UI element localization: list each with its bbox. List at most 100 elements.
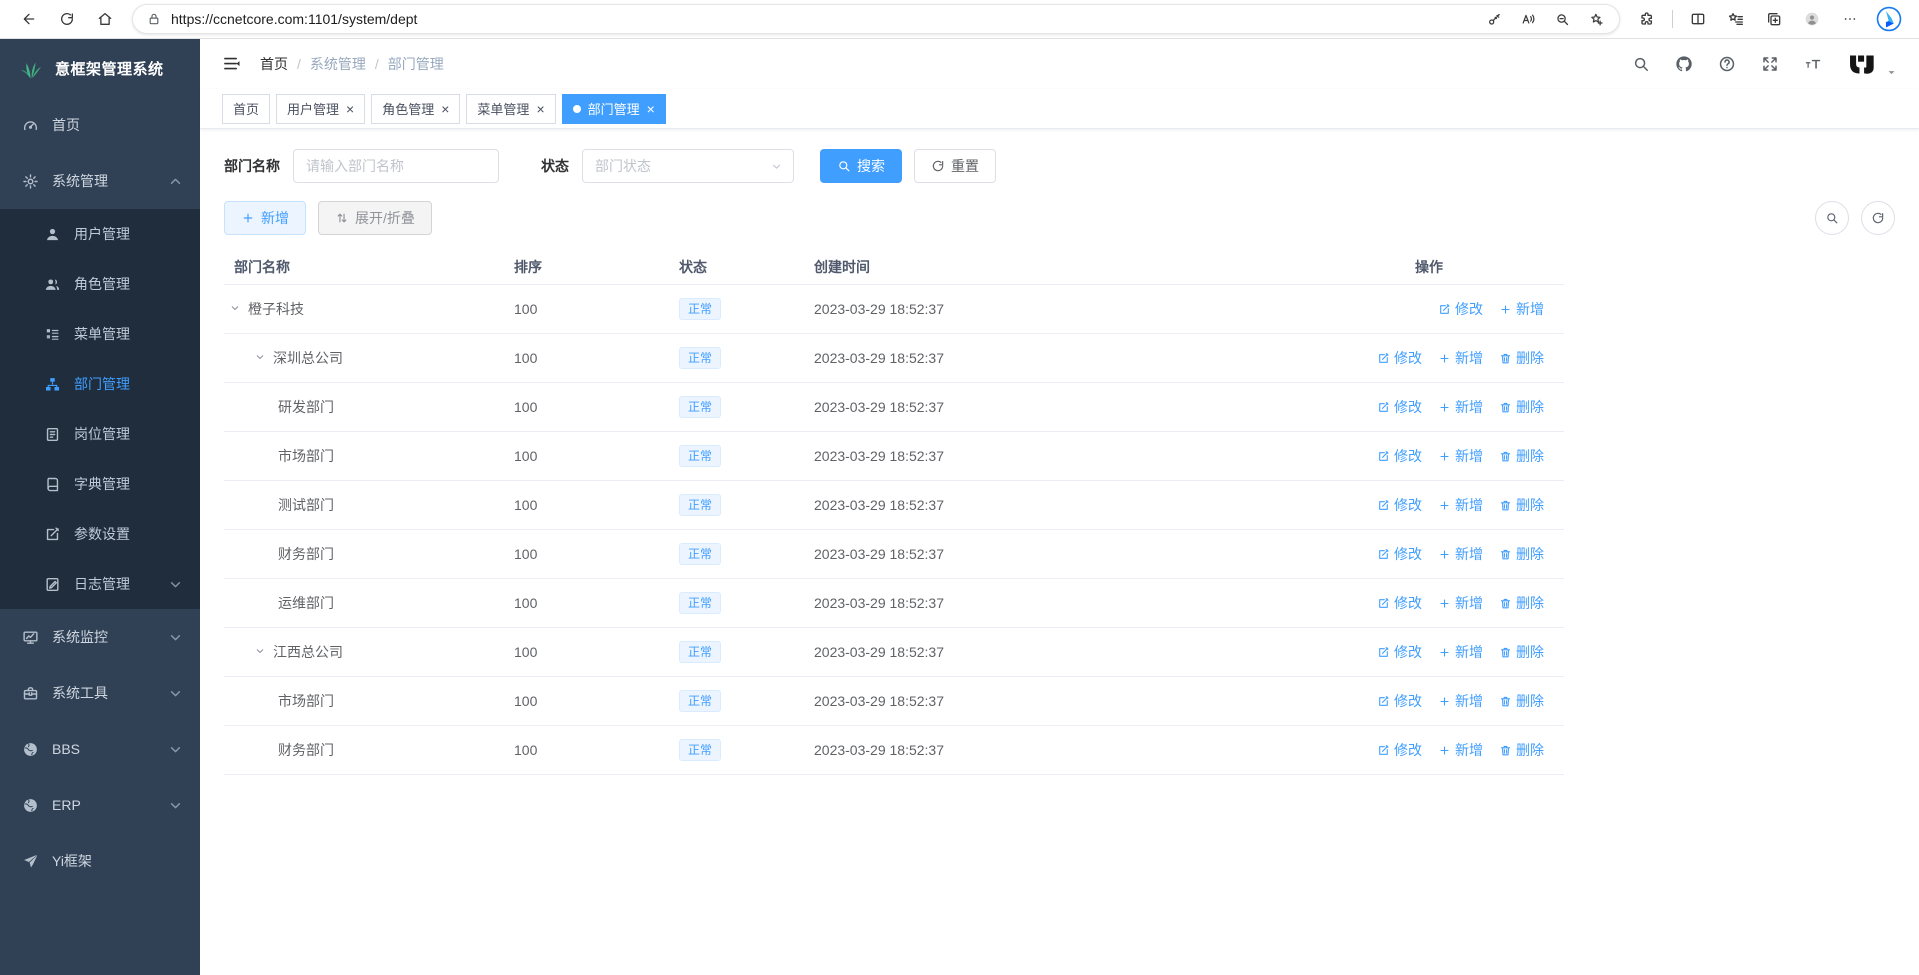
sidebar-item-user-mgmt[interactable]: 用户管理 [0,209,200,259]
edit-square-icon [1377,499,1390,512]
row-action-delete[interactable]: 删除 [1499,691,1544,711]
refresh-table-button[interactable] [1861,201,1895,235]
tab-close-icon[interactable]: × [441,102,449,116]
more-button[interactable] [1831,4,1869,34]
dept-name-input[interactable] [293,149,499,183]
tree-expand-icon[interactable] [253,645,266,657]
row-action-edit[interactable]: 修改 [1377,495,1422,515]
reset-button[interactable]: 重置 [914,149,996,183]
action-label: 修改 [1455,299,1483,319]
breadcrumb-item: 系统管理 [310,54,366,74]
expand-collapse-button[interactable]: 展开/折叠 [318,201,432,235]
sidebar-item-system-monitor[interactable]: 系统监控 [0,609,200,665]
row-action-edit[interactable]: 修改 [1377,740,1422,760]
row-action-delete[interactable]: 删除 [1499,593,1544,613]
row-action-add[interactable]: 新增 [1438,691,1483,711]
profile-button[interactable] [1793,4,1831,34]
row-action-delete[interactable]: 删除 [1499,740,1544,760]
header-fullscreen-button[interactable] [1761,55,1779,73]
row-action-delete[interactable]: 删除 [1499,446,1544,466]
sidebar-item-label: 角色管理 [74,274,130,294]
row-action-delete[interactable]: 删除 [1499,544,1544,564]
sidebar-item-role-mgmt[interactable]: 角色管理 [0,259,200,309]
row-action-edit[interactable]: 修改 [1377,397,1422,417]
yj-logo-icon[interactable] [1847,51,1877,78]
browser-arrow-left-button[interactable] [10,4,48,34]
row-action-add[interactable]: 新增 [1438,446,1483,466]
row-action-edit[interactable]: 修改 [1377,544,1422,564]
tab-部门管理[interactable]: 部门管理 × [562,94,666,124]
row-action-add[interactable]: 新增 [1438,495,1483,515]
tab-close-icon[interactable]: × [346,102,354,116]
sidebar-item-erp[interactable]: ERP [0,777,200,833]
tab-label: 部门管理 [588,99,640,118]
browser-home-button[interactable] [86,4,124,34]
row-action-add[interactable]: 新增 [1438,348,1483,368]
sidebar-item-yi-frame[interactable]: Yi框架 [0,833,200,889]
sidebar-item-system-tools[interactable]: 系统工具 [0,665,200,721]
add-button[interactable]: 新增 [224,201,306,235]
sidebar-item-dict-mgmt[interactable]: 字典管理 [0,459,200,509]
row-action-delete[interactable]: 删除 [1499,495,1544,515]
toggle-search-button[interactable] [1815,201,1849,235]
sidebar-item-menu-mgmt[interactable]: 菜单管理 [0,309,200,359]
tab-首页[interactable]: 首页 [222,94,270,124]
tab-用户管理[interactable]: 用户管理× [276,94,365,124]
caret-down-icon[interactable] [1886,67,1897,78]
sidebar-item-home[interactable]: 首页 [0,97,200,153]
row-action-add[interactable]: 新增 [1499,299,1544,319]
browser-refresh-button[interactable] [48,4,86,34]
row-action-add[interactable]: 新增 [1438,740,1483,760]
address-bar[interactable]: https://ccnetcore.com:1101/system/dept [132,4,1620,34]
row-action-edit[interactable]: 修改 [1438,299,1483,319]
zoom-out-button[interactable] [1545,6,1579,32]
read-aloud-button[interactable] [1511,6,1545,32]
search-button[interactable]: 搜索 [820,149,902,183]
tab-角色管理[interactable]: 角色管理× [371,94,460,124]
tree-expand-icon[interactable] [228,302,241,314]
header-font-size-button[interactable] [1804,55,1822,73]
extensions-button[interactable] [1628,4,1666,34]
row-action-edit[interactable]: 修改 [1377,348,1422,368]
row-action-add[interactable]: 新增 [1438,642,1483,662]
row-action-add[interactable]: 新增 [1438,593,1483,613]
row-action-delete[interactable]: 删除 [1499,397,1544,417]
url-text[interactable]: https://ccnetcore.com:1101/system/dept [171,11,1477,27]
sidebar-item-bbs[interactable]: BBS [0,721,200,777]
header-search-button[interactable] [1632,55,1650,73]
status-select[interactable]: 部门状态 [582,149,794,183]
sidebar-item-log-mgmt[interactable]: 日志管理 [0,559,200,609]
tab-菜单管理[interactable]: 菜单管理× [466,94,555,124]
bing-chat-button[interactable] [1869,4,1909,34]
sidebar-item-dept-mgmt[interactable]: 部门管理 [0,359,200,409]
key-button[interactable] [1477,6,1511,32]
collections-button[interactable] [1717,4,1755,34]
tab-close-icon[interactable]: × [647,102,655,116]
row-action-edit[interactable]: 修改 [1377,642,1422,662]
table-row: 深圳总公司100正常2023-03-29 18:52:37修改新增删除 [224,334,1564,383]
action-label: 删除 [1516,397,1544,417]
row-action-edit[interactable]: 修改 [1377,691,1422,711]
header-question-button[interactable] [1718,55,1736,73]
tab-group-button[interactable] [1755,4,1793,34]
row-action-delete[interactable]: 删除 [1499,348,1544,368]
expand-collapse-label: 展开/折叠 [355,208,415,228]
row-action-edit[interactable]: 修改 [1377,446,1422,466]
action-label: 新增 [1455,642,1483,662]
sidebar-item-system-mgmt[interactable]: 系统管理 [0,153,200,209]
row-action-edit[interactable]: 修改 [1377,593,1422,613]
star-add-button[interactable] [1579,6,1613,32]
row-action-delete[interactable]: 删除 [1499,642,1544,662]
row-action-add[interactable]: 新增 [1438,544,1483,564]
sidebar-item-param-config[interactable]: 参数设置 [0,509,200,559]
breadcrumb-item[interactable]: 首页 [260,54,288,74]
row-action-add[interactable]: 新增 [1438,397,1483,417]
split-screen-button[interactable] [1679,4,1717,34]
sidebar-item-post-mgmt[interactable]: 岗位管理 [0,409,200,459]
tree-expand-icon[interactable] [253,351,266,363]
edit-square-icon [1377,352,1390,365]
sidebar-collapse-icon[interactable] [222,54,242,74]
sidebar-menu: 首页系统管理用户管理角色管理菜单管理部门管理岗位管理字典管理参数设置日志管理系统… [0,97,200,975]
header-github-button[interactable] [1675,55,1693,73]
tab-close-icon[interactable]: × [536,102,544,116]
